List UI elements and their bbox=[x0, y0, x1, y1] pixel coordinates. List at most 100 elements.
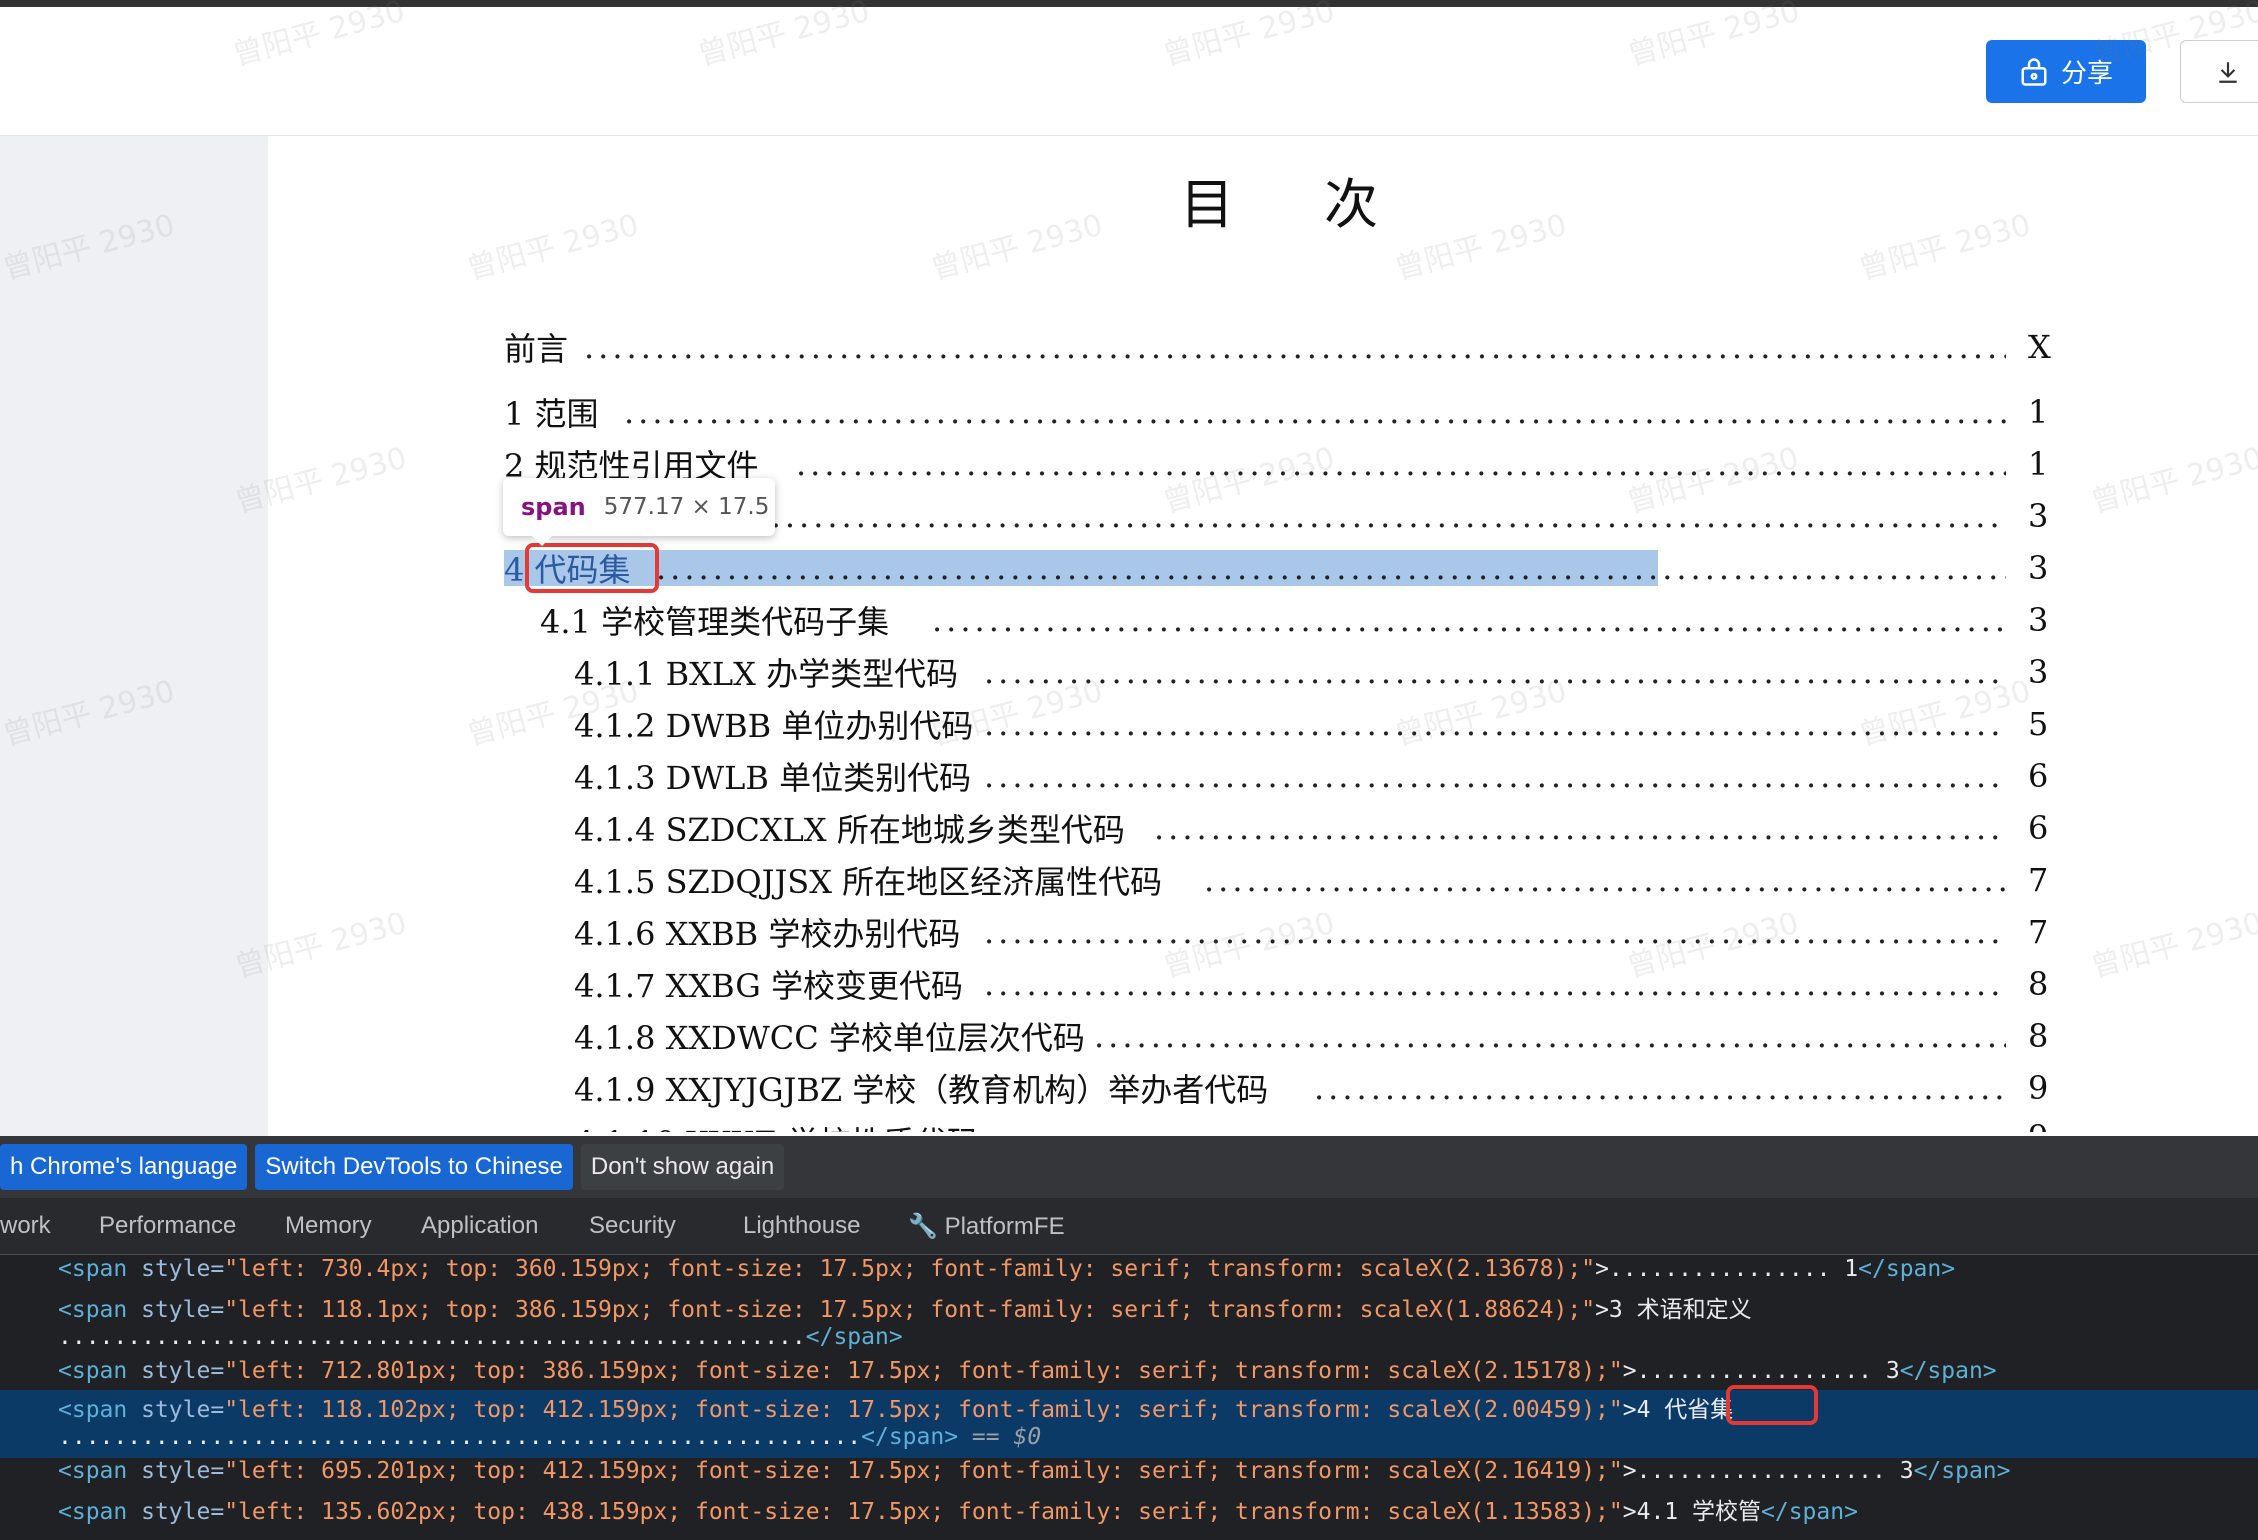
toc-page-number: X bbox=[2028, 328, 2051, 366]
toolbar: 分享 bbox=[0, 7, 2258, 136]
annotation-box-doc bbox=[525, 543, 659, 593]
toc-page-number: 8 bbox=[2028, 1017, 2049, 1055]
code-tag-close: </span> bbox=[1913, 1458, 2011, 1484]
toc-entry-label: 4.1.2 DWBB 单位办别代码 bbox=[574, 707, 974, 745]
code-line[interactable]: <span style="left: 712.801px; top: 386.1… bbox=[0, 1358, 2258, 1392]
code-line[interactable]: <span style="left: 135.602px; top: 438.1… bbox=[0, 1492, 2258, 1526]
wrench-icon: 🔧 bbox=[908, 1213, 938, 1240]
toc-entry-label: 4.1 学校管理类代码子集 bbox=[540, 603, 890, 641]
toc-entry-label: 前言 bbox=[504, 330, 569, 368]
code-line[interactable]: <span style="left: 118.1px; top: 386.159… bbox=[0, 1290, 2258, 1324]
toc-entry[interactable]: 3 术语和定义.................................… bbox=[0, 494, 2258, 538]
toc-entry[interactable]: 4.1.2 DWBB 单位办别代码.......................… bbox=[0, 702, 2258, 746]
code-text: >4.1 学校管 bbox=[1622, 1499, 1762, 1525]
title-char-1: 目 bbox=[1180, 173, 1234, 236]
toc-entry[interactable]: 4.1 学校管理类代码子集...........................… bbox=[0, 598, 2258, 642]
toc-entry[interactable]: 4 代码集...................................… bbox=[0, 546, 2258, 590]
tab-security[interactable]: Security bbox=[589, 1212, 676, 1240]
switch-chinese-button[interactable]: Switch DevTools to Chinese bbox=[255, 1144, 573, 1190]
code-tag-open: <span bbox=[58, 1297, 142, 1323]
code-text: >4 代省集 bbox=[1622, 1397, 1734, 1423]
download-button[interactable] bbox=[2180, 40, 2258, 103]
toc-entry-label: 4.1.9 XXJYJGJBZ 学校（教育机构）举办者代码 bbox=[574, 1071, 1269, 1109]
code-tag-close: </span> bbox=[1899, 1358, 1997, 1384]
devtools-panel: h Chrome's language Switch DevTools to C… bbox=[0, 1136, 2258, 1540]
code-attr-value: "left: 118.102px; top: 412.159px; font-s… bbox=[224, 1397, 1623, 1423]
share-button[interactable]: 分享 bbox=[1986, 40, 2146, 103]
toc-entry[interactable]: 4.1.3 DWLB 单位类别代码.......................… bbox=[0, 754, 2258, 798]
code-attr-value: "left: 712.801px; top: 386.159px; font-s… bbox=[224, 1358, 1623, 1384]
tooltip-dims: 577.17 × 17.5 bbox=[603, 494, 770, 520]
toc-entry[interactable]: 4.1.8 XXDWCC 学校单位层次代码...................… bbox=[0, 1014, 2258, 1058]
tab-network[interactable]: work bbox=[0, 1212, 51, 1240]
code-line[interactable]: <span style="left: 730.4px; top: 360.159… bbox=[0, 1256, 2258, 1290]
title-char-2: 次 bbox=[1324, 173, 1378, 236]
code-attr-name: style= bbox=[141, 1358, 225, 1384]
code-line[interactable]: <span style="left: 695.201px; top: 412.1… bbox=[0, 1458, 2258, 1492]
code-text: ........................................… bbox=[58, 1324, 806, 1350]
tab-platformfe[interactable]: 🔧 PlatformFE bbox=[908, 1212, 1065, 1241]
code-selected-marker: == $0 bbox=[958, 1424, 1042, 1450]
share-label: 分享 bbox=[2060, 59, 2113, 89]
toc-page-number: 6 bbox=[2028, 757, 2049, 795]
toc-entry[interactable]: 1 范围....................................… bbox=[0, 390, 2258, 434]
download-icon bbox=[2219, 61, 2237, 83]
code-attr-value: "left: 730.4px; top: 360.159px; font-siz… bbox=[224, 1256, 1596, 1282]
code-tag-close: </span> bbox=[861, 1424, 959, 1450]
toc-entry[interactable]: 4.1.5 SZDQJJSX 所在地区经济属性代码...............… bbox=[0, 858, 2258, 902]
toc-entry-label: 4.1.7 XXBG 学校变更代码 bbox=[574, 967, 964, 1005]
dont-show-again-button[interactable]: Don't show again bbox=[580, 1144, 785, 1190]
inspector-tooltip: span 577.17 × 17.5 bbox=[503, 478, 775, 536]
toc-entry-label: 4.1.5 SZDQJJSX 所在地区经济属性代码 bbox=[574, 863, 1163, 901]
toc-leader-dots: ........................................… bbox=[984, 653, 2006, 691]
toc-entry[interactable]: 2 规范性引用文件...............................… bbox=[0, 442, 2258, 486]
tooltip-arrow bbox=[530, 534, 554, 546]
code-tag-open: <span bbox=[58, 1397, 142, 1423]
code-text: >................. 3 bbox=[1622, 1358, 1900, 1384]
toc-entry[interactable]: 4.1.4 SZDCXLX 所在地城乡类型代码.................… bbox=[0, 806, 2258, 850]
code-attr-name: style= bbox=[141, 1397, 225, 1423]
devtools-language-infobar: h Chrome's language Switch DevTools to C… bbox=[0, 1136, 2258, 1198]
toc-entry[interactable]: 4.1.1 BXLX 办学类型代码.......................… bbox=[0, 650, 2258, 694]
code-line[interactable]: ........................................… bbox=[0, 1324, 2258, 1358]
toc-page-number: 5 bbox=[2028, 705, 2049, 743]
toc-leader-dots: ........................................… bbox=[1314, 1069, 2006, 1107]
code-attr-name: style= bbox=[141, 1256, 225, 1282]
toc-leader-dots: ........................................… bbox=[984, 757, 2006, 795]
code-line[interactable]: ........................................… bbox=[0, 1424, 2258, 1458]
code-text: >3 术语和定义 bbox=[1595, 1297, 1752, 1323]
toc-entry[interactable]: 4.1.9 XXJYJGJBZ 学校（教育机构）举办者代码...........… bbox=[0, 1066, 2258, 1110]
toc-page-number: 3 bbox=[2028, 653, 2049, 691]
window-top-strip bbox=[0, 0, 2258, 7]
toc-page-number: 7 bbox=[2028, 861, 2049, 899]
tab-performance[interactable]: Performance bbox=[99, 1212, 236, 1240]
code-tag-open: <span bbox=[58, 1499, 142, 1525]
code-line[interactable]: <span style="left: 118.102px; top: 412.1… bbox=[0, 1390, 2258, 1424]
toc-leader-dots: ........................................… bbox=[656, 549, 2006, 587]
tab-application[interactable]: Application bbox=[421, 1212, 538, 1240]
code-attr-name: style= bbox=[141, 1458, 225, 1484]
code-tag-close: </span> bbox=[1761, 1499, 1858, 1525]
page-title: 目次 bbox=[1180, 160, 1378, 239]
toc-leader-dots: ........................................… bbox=[932, 601, 2006, 639]
annotation-box-code bbox=[1726, 1385, 1818, 1425]
toc-leader-dots: ........................................… bbox=[984, 913, 2006, 951]
tab-lighthouse[interactable]: Lighthouse bbox=[743, 1212, 860, 1240]
toc-leader-dots: ........................................… bbox=[984, 965, 2006, 1003]
toc-entry[interactable]: 前言......................................… bbox=[0, 325, 2258, 369]
toc-entry[interactable]: 4.1.7 XXBG 学校变更代码.......................… bbox=[0, 962, 2258, 1006]
toc-page-number: 8 bbox=[2028, 965, 2049, 1003]
match-language-button[interactable]: h Chrome's language bbox=[0, 1144, 248, 1190]
toc-entry-label: 4.1.6 XXBB 学校办别代码 bbox=[574, 915, 961, 953]
toc-entry-label: 4.1.4 SZDCXLX 所在地城乡类型代码 bbox=[574, 811, 1125, 849]
toc-entry[interactable]: 4.1.6 XXBB 学校办别代码.......................… bbox=[0, 910, 2258, 954]
toc-page-number: 1 bbox=[2028, 393, 2049, 431]
devtools-tabs: work Performance Memory Application Secu… bbox=[0, 1198, 2258, 1255]
tab-memory[interactable]: Memory bbox=[285, 1212, 372, 1240]
toc-leader-dots: ........................................… bbox=[1204, 861, 2006, 899]
toc-leader-dots: ........................................… bbox=[984, 705, 2006, 743]
code-text: >.................. 3 bbox=[1622, 1458, 1914, 1484]
toc-leader-dots: ........................................… bbox=[624, 393, 2006, 431]
tooltip-tag: span bbox=[521, 493, 586, 521]
toc-page-number: 3 bbox=[2028, 601, 2049, 639]
